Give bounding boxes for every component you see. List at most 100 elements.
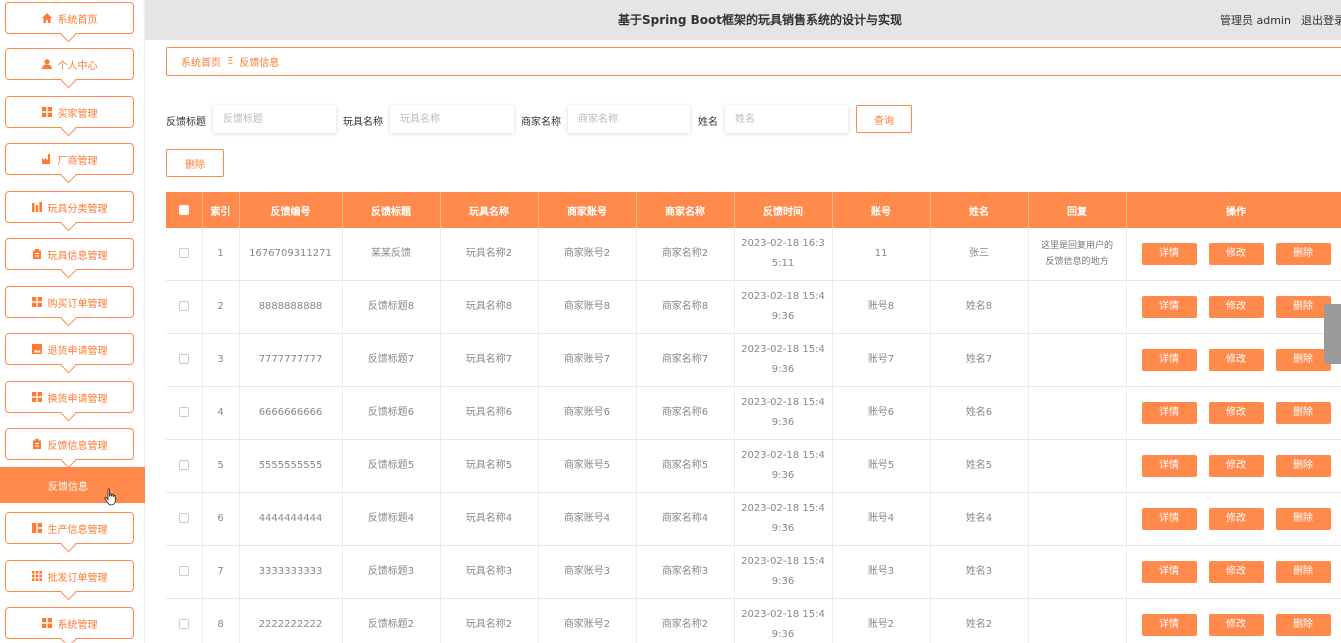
edit-button[interactable]: 修改 [1208, 296, 1264, 319]
sidebar-item-2[interactable]: 买家管理 [5, 96, 134, 128]
cell-name: 张三 [930, 228, 1029, 282]
name-input[interactable] [725, 105, 848, 133]
sidebar-item-5[interactable]: 玩具信息管理 [5, 238, 134, 270]
breadcrumb-separator: Ξ [227, 56, 234, 67]
row-select-cell[interactable] [166, 545, 203, 599]
cell-name: 姓名8 [930, 280, 1029, 335]
detail-button[interactable]: 详情 [1141, 402, 1197, 425]
row-checkbox[interactable] [178, 407, 189, 418]
delete-button[interactable]: 删除 [1275, 243, 1331, 266]
edit-button[interactable]: 修改 [1208, 402, 1264, 425]
cell-reply-line2: 反馈信息的地方 [1045, 257, 1109, 268]
cell-mname: 商家名称6 [636, 386, 735, 441]
sidebar-item-10[interactable]: 生产信息管理 [5, 512, 134, 544]
detail-button[interactable]: 详情 [1141, 507, 1197, 530]
cell-acct: 商家账号6 [538, 386, 637, 441]
select-all-checkbox[interactable] [178, 204, 189, 215]
query-button[interactable]: 查询 [856, 105, 912, 133]
sidebar-item-8[interactable]: 换货申请管理 [5, 381, 134, 413]
clipboard-icon [32, 249, 42, 259]
sidebar-subitem-feedback[interactable]: 反馈信息 [0, 467, 145, 503]
cell-user: 账号3 [832, 545, 931, 599]
row-checkbox[interactable] [178, 301, 189, 312]
cell-time: 2023-02-18 15:4 9:36 [734, 280, 833, 335]
sidebar-item-7[interactable]: 退货申请管理 [5, 333, 134, 365]
cell-idx: 8 [202, 598, 240, 643]
image-icon [31, 344, 42, 354]
cell-user: 账号2 [832, 598, 931, 643]
row-checkbox[interactable] [178, 460, 189, 470]
sidebar-item-1[interactable]: 个人中心 [5, 48, 134, 80]
row-select-cell[interactable] [166, 386, 203, 441]
sidebar-item-6[interactable]: 购买订单管理 [5, 286, 134, 318]
toy-name-input[interactable] [390, 105, 514, 133]
app-root: 系统首页 个人中心 买家管理 厂商管理 玩具分类管理 玩具信息管理 购买订单管理 退货申请管理… [0, 0, 1341, 643]
cell-time-line2: 9:36 [771, 364, 795, 376]
detail-button[interactable]: 详情 [1141, 560, 1197, 583]
feedback-title-input[interactable] [213, 105, 336, 133]
cell-title: 某某反馈 [342, 228, 441, 282]
edit-button[interactable]: 修改 [1208, 613, 1264, 636]
sidebar-item-label: 反馈信息管理 [47, 440, 108, 452]
delete-button[interactable]: 删除 [1275, 349, 1331, 372]
layout-icon [31, 523, 42, 533]
delete-button[interactable]: 删除 [1275, 560, 1331, 583]
detail-button[interactable]: 详情 [1141, 613, 1197, 636]
delete-button[interactable]: 删除 [1275, 507, 1331, 530]
delete-button[interactable]: 删除 [1275, 613, 1331, 636]
cell-toy: 玩具名称5 [440, 439, 539, 493]
row-checkbox[interactable] [178, 248, 189, 259]
merchant-name-input[interactable] [568, 105, 690, 133]
sidebar-item-label: 生产信息管理 [47, 524, 108, 536]
cell-reply-line1: 这里是回复用户的 [1040, 241, 1113, 252]
row-checkbox[interactable] [178, 512, 189, 523]
cell-no: 6666666666 [239, 386, 343, 441]
edit-button[interactable]: 修改 [1208, 560, 1264, 583]
cell-time-line1: 2023-02-18 15:4 [741, 502, 825, 514]
select-all-header[interactable] [166, 192, 203, 228]
logout-link[interactable]: 退出登录 [1301, 12, 1341, 28]
delete-button[interactable]: 删除 [1275, 455, 1331, 477]
breadcrumb-home[interactable]: 系统首页 [181, 54, 221, 69]
cell-mname: 商家名称8 [636, 280, 735, 335]
edit-button[interactable]: 修改 [1208, 507, 1264, 530]
edit-button[interactable]: 修改 [1208, 455, 1264, 477]
cell-no: 4444444444 [239, 492, 343, 546]
row-checkbox[interactable] [178, 565, 189, 576]
row-select-cell[interactable] [166, 228, 203, 282]
row-select-cell[interactable] [166, 598, 203, 643]
detail-button[interactable]: 详情 [1141, 296, 1197, 319]
delete-button[interactable]: 删除 [1275, 402, 1331, 425]
sidebar-item-label: 购买订单管理 [47, 298, 108, 310]
delete-button[interactable]: 删除 [1275, 296, 1331, 319]
grid-icon [41, 618, 52, 628]
sidebar-item-4[interactable]: 玩具分类管理 [5, 191, 134, 223]
cell-actions: 详情 修改 删除 [1126, 386, 1341, 441]
column-header: 索引 [202, 192, 240, 228]
row-select-cell[interactable] [166, 439, 203, 493]
batch-delete-button[interactable]: 删除 [166, 149, 224, 177]
table-row: 3 7777777777 反馈标题7 玩具名称7 商家账号7 商家名称7 2023-02-1… [166, 333, 1341, 388]
row-select-cell[interactable] [166, 280, 203, 335]
scrollbar-thumb[interactable] [1324, 304, 1341, 364]
detail-button[interactable]: 详情 [1141, 349, 1197, 372]
cell-title: 反馈标题8 [342, 280, 441, 335]
column-header: 账号 [832, 192, 931, 228]
row-checkbox[interactable] [178, 618, 189, 629]
sidebar-item-3[interactable]: 厂商管理 [5, 143, 134, 175]
sidebar-item-11[interactable]: 批发订单管理 [5, 560, 134, 592]
cell-idx: 6 [202, 492, 240, 546]
row-checkbox[interactable] [178, 354, 189, 365]
apps-icon [31, 571, 42, 581]
edit-button[interactable]: 修改 [1208, 243, 1264, 266]
sidebar-item-9[interactable]: 反馈信息管理 [5, 428, 134, 460]
row-select-cell[interactable] [166, 492, 203, 546]
sidebar-item-12[interactable]: 系统管理 [5, 607, 134, 639]
detail-button[interactable]: 详情 [1141, 243, 1197, 266]
row-select-cell[interactable] [166, 333, 203, 388]
edit-button[interactable]: 修改 [1208, 349, 1264, 372]
sidebar-item-0[interactable]: 系统首页 [5, 2, 134, 34]
detail-button[interactable]: 详情 [1141, 455, 1197, 477]
breadcrumb: 系统首页 Ξ 反馈信息 [166, 47, 1341, 76]
app-title: 基于Spring Boot框架的玩具销售系统的设计与实现 [618, 13, 902, 27]
